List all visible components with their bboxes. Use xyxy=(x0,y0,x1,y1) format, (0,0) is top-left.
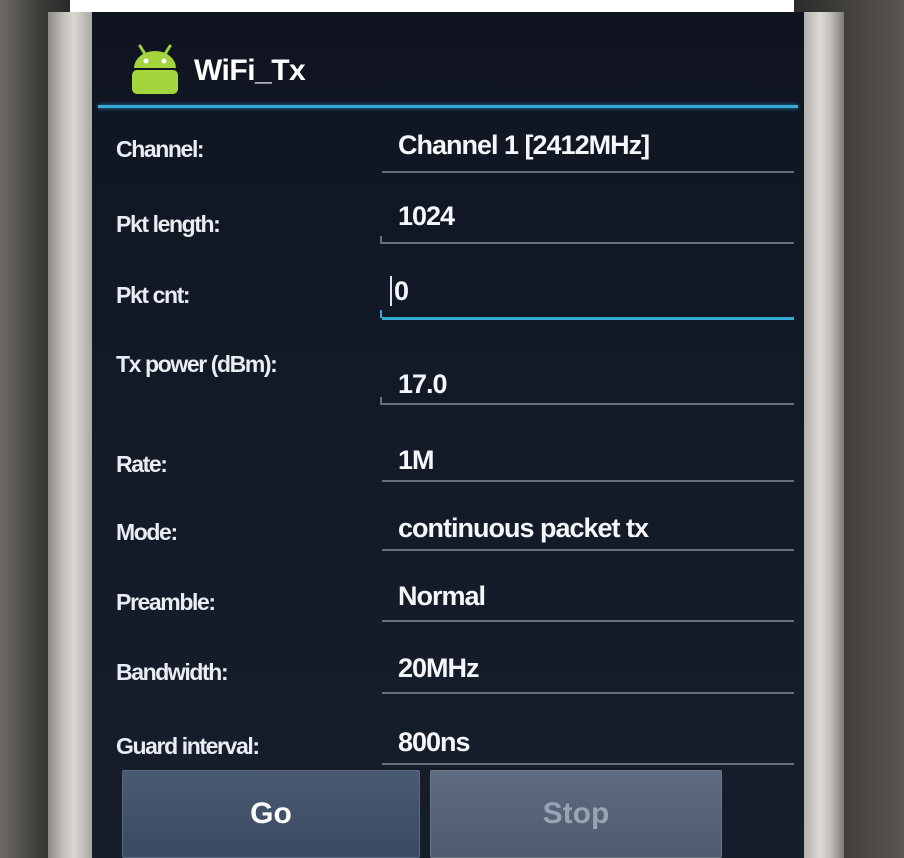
bandwidth-spinner[interactable]: 20MHz xyxy=(398,653,480,684)
channel-spinner-underline xyxy=(382,171,794,173)
tx-power-input[interactable]: 17.0 xyxy=(398,369,448,400)
action-bar: WiFi_Tx xyxy=(92,12,804,108)
tx-power-underline-tick xyxy=(380,397,382,405)
pkt-cnt-label: Pkt cnt: xyxy=(116,282,191,308)
stop-button[interactable]: Stop xyxy=(430,770,722,858)
guard-interval-row: Guard interval: 800ns xyxy=(92,693,804,765)
android-icon[interactable] xyxy=(126,42,184,96)
preamble-row: Preamble: Normal xyxy=(92,551,804,622)
guard-interval-spinner[interactable]: 800ns xyxy=(398,727,471,758)
pkt-length-underline-tick xyxy=(380,236,382,244)
go-button[interactable]: Go xyxy=(122,770,420,858)
tx-power-underline xyxy=(382,403,794,405)
text-cursor xyxy=(390,276,392,306)
rate-row: Rate: 1M xyxy=(92,413,804,482)
pkt-length-label: Pkt length: xyxy=(116,211,221,237)
pkt-cnt-input[interactable]: 0 xyxy=(394,276,409,307)
photo-top-edge xyxy=(0,0,904,12)
rate-spinner[interactable]: 1M xyxy=(398,445,435,476)
preamble-label: Preamble: xyxy=(116,589,216,615)
mode-label: Mode: xyxy=(116,519,178,545)
mode-row: Mode: continuous packet tx xyxy=(92,481,804,551)
tx-power-row: Tx power (dBm): 17.0 xyxy=(92,333,804,413)
guard-interval-label: Guard interval: xyxy=(116,733,260,759)
pkt-cnt-row: Pkt cnt: 0 xyxy=(92,258,804,333)
bandwidth-row: Bandwidth: 20MHz xyxy=(92,621,804,694)
bandwidth-label: Bandwidth: xyxy=(116,659,229,685)
pkt-length-row: Pkt length: 1024 xyxy=(92,183,804,258)
phone-bezel-left xyxy=(48,12,92,858)
pkt-cnt-underline xyxy=(382,317,794,320)
app-title: WiFi_Tx xyxy=(194,54,306,87)
app-screen: WiFi_Tx Channel: Channel 1 [2412MHz] Pkt… xyxy=(92,12,804,858)
guard-interval-underline xyxy=(382,763,794,765)
pkt-length-underline xyxy=(382,242,794,244)
channel-spinner[interactable]: Channel 1 [2412MHz] xyxy=(398,130,650,161)
pkt-length-input[interactable]: 1024 xyxy=(398,201,455,232)
rate-label: Rate: xyxy=(116,451,168,477)
preamble-spinner[interactable]: Normal xyxy=(398,581,486,612)
pkt-cnt-underline-tick xyxy=(380,310,382,318)
channel-label: Channel: xyxy=(116,136,205,162)
mode-spinner[interactable]: continuous packet tx xyxy=(398,513,649,544)
channel-row: Channel: Channel 1 [2412MHz] xyxy=(92,108,804,183)
phone-bezel-right xyxy=(800,12,844,858)
tx-power-label: Tx power (dBm): xyxy=(116,351,278,377)
